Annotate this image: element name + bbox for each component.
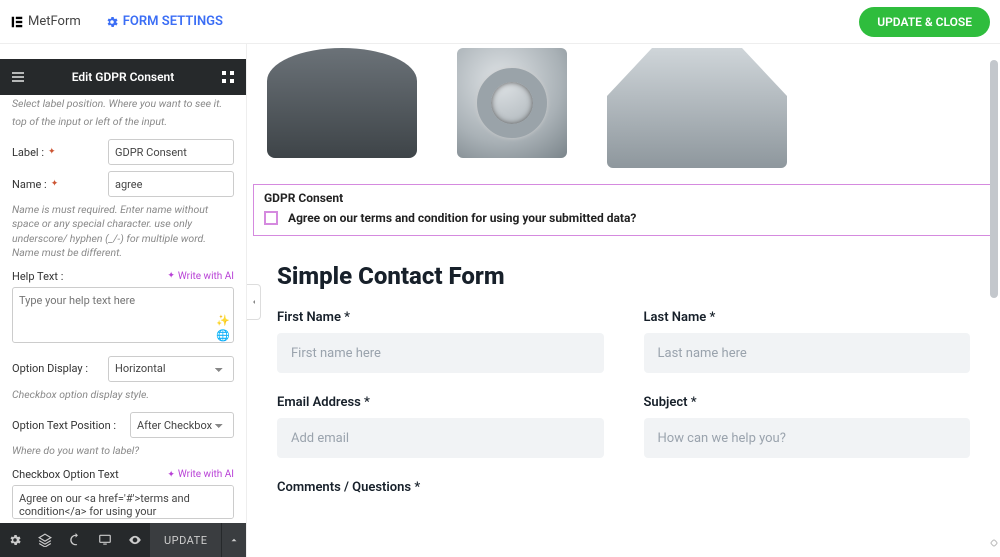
subject-input[interactable] [644,418,971,458]
sparkle-icon[interactable]: ✨ [216,314,230,327]
grid-icon[interactable] [220,69,236,85]
required-icon: ✦ [51,179,59,189]
globe-icon[interactable]: 🌐 [216,329,230,342]
gdpr-text: Agree on our terms and condition for usi… [288,211,636,225]
checkbox-option-label: Checkbox Option Text [12,468,119,481]
product-image [607,48,787,168]
option-text-position-select[interactable]: After Checkbox [130,412,234,438]
comments-label: Comments / Questions * [277,480,970,495]
gdpr-checkbox[interactable] [264,211,278,225]
form-settings-label: FORM SETTINGS [123,14,223,29]
label-input[interactable] [108,139,234,165]
footer-update-button[interactable]: UPDATE [150,523,221,557]
option-text-position-label: Option Text Position : [12,419,122,432]
app-logo[interactable]: MetForm [10,14,81,29]
scrollbar-thumb[interactable] [990,60,998,298]
product-image-row [247,44,1000,180]
position-hint-cut: Select label position. Where you want to… [12,97,234,111]
label-label: Label :✦ [12,146,100,159]
gdpr-title: GDPR Consent [264,191,983,205]
settings-sidebar: Edit GDPR Consent Select label position.… [0,44,247,557]
form-settings-button[interactable]: FORM SETTINGS [105,14,223,29]
first-name-label: First Name * [277,310,604,325]
email-input[interactable] [277,418,604,458]
elementor-icon [10,15,24,29]
option-display-label: Option Display : [12,362,100,375]
first-name-input[interactable] [277,333,604,373]
position-hint: top of the input or left of the input. [12,115,234,129]
last-name-label: Last Name * [644,310,971,325]
layers-icon[interactable] [30,523,60,557]
gdpr-consent-widget[interactable]: GDPR Consent Agree on our terms and cond… [253,184,994,236]
gear-icon [105,15,119,29]
required-icon: ✦ [48,147,56,157]
form-title: Simple Contact Form [277,262,970,290]
option-display-select[interactable]: Horizontal [108,356,234,382]
last-name-input[interactable] [644,333,971,373]
history-icon[interactable] [60,523,90,557]
sidebar-footer: UPDATE [0,523,246,557]
product-image [267,48,417,158]
checkbox-option-input[interactable]: Agree on our <a href='#'>terms and condi… [12,485,234,519]
canvas: GDPR Consent Agree on our terms and cond… [247,44,1000,557]
panel-title: Edit GDPR Consent [72,70,175,84]
footer-caret-button[interactable] [221,523,246,557]
option-display-hint: Checkbox option display style. [12,388,234,402]
name-input[interactable] [108,171,234,197]
name-label: Name :✦ [12,178,100,191]
help-text-input[interactable] [12,287,234,343]
preview-icon[interactable] [120,523,150,557]
product-image [457,48,567,158]
top-bar: MetForm FORM SETTINGS UPDATE & CLOSE [0,0,1000,44]
menu-icon[interactable] [10,69,26,85]
subject-label: Subject * [644,395,971,410]
contact-form: Simple Contact Form First Name * Last Na… [247,236,1000,505]
panel-header: Edit GDPR Consent [0,59,246,95]
update-close-button[interactable]: UPDATE & CLOSE [859,7,990,37]
option-text-position-hint: Where do you want to label? [12,444,234,458]
help-text-label: Help Text : [12,270,63,283]
responsive-icon[interactable] [90,523,120,557]
settings-icon[interactable] [0,523,30,557]
panel-body: Select label position. Where you want to… [0,95,246,522]
vertical-scrollbar[interactable] [990,60,998,540]
write-with-ai-button[interactable]: Write with AI [167,271,234,282]
app-name: MetForm [28,14,81,29]
email-label: Email Address * [277,395,604,410]
textarea-tools: ✨ 🌐 [216,314,230,342]
name-hint: Name is must required. Enter name withou… [12,203,234,260]
write-with-ai-button-2[interactable]: Write with AI [167,469,234,480]
